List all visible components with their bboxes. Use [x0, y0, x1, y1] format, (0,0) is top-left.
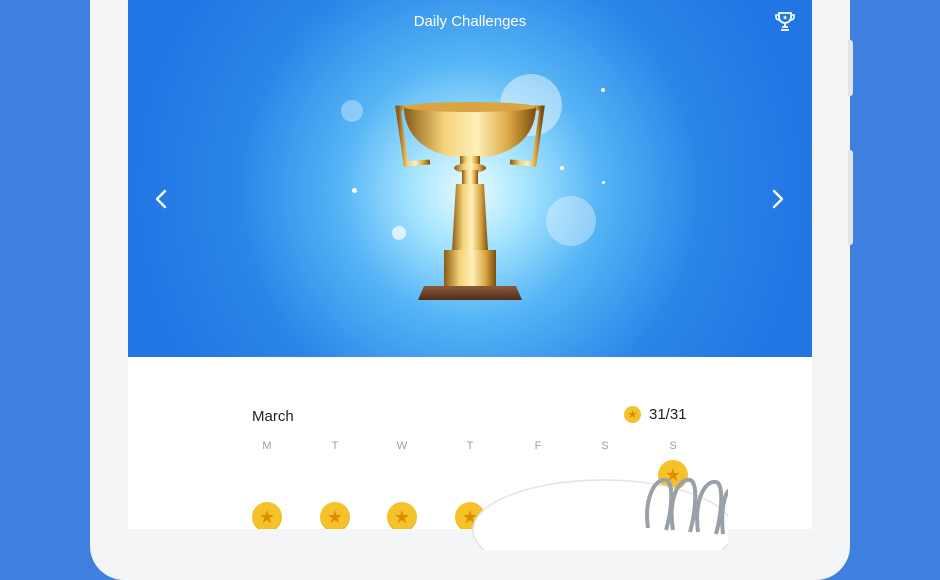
weekday-label: T — [331, 440, 339, 452]
chevron-right-icon — [772, 189, 784, 209]
light-bokeh — [546, 196, 596, 246]
weekday-label: T — [466, 440, 474, 452]
weekday-label: W — [396, 440, 408, 452]
device-side-button — [848, 40, 853, 96]
challenge-progress: ★ 31/31 — [624, 406, 687, 423]
device-side-button — [848, 150, 853, 245]
app-screen: Daily Challenges March ★ 31/31 M T W T F… — [128, 0, 812, 529]
weekday-label: M — [262, 440, 272, 452]
trophy-icon[interactable] — [773, 10, 797, 34]
chevron-left-icon — [155, 189, 167, 209]
completed-day-coin[interactable]: ★ — [252, 502, 282, 529]
weekday-label: S — [601, 440, 609, 452]
weekday-label: S — [669, 440, 677, 452]
challenge-hero: Daily Challenges — [128, 0, 812, 357]
sparkle — [601, 88, 605, 92]
completed-day-coin[interactable]: ★ — [320, 502, 350, 529]
calendar-month-label: March — [252, 408, 294, 425]
gold-trophy-illustration — [395, 102, 545, 300]
star-coin-icon: ★ — [624, 406, 641, 423]
progress-count: 31/31 — [649, 406, 687, 423]
sparkle — [602, 181, 605, 184]
sparkle — [352, 188, 357, 193]
weekday-label: F — [534, 440, 542, 452]
next-month-button[interactable] — [763, 184, 793, 214]
sparkle — [560, 166, 564, 170]
completed-day-coin[interactable]: ★ — [387, 502, 417, 529]
light-bokeh — [341, 100, 363, 122]
previous-month-button[interactable] — [146, 184, 176, 214]
page-title: Daily Challenges — [413, 13, 527, 30]
spiral-notebook-illustration — [472, 477, 728, 550]
